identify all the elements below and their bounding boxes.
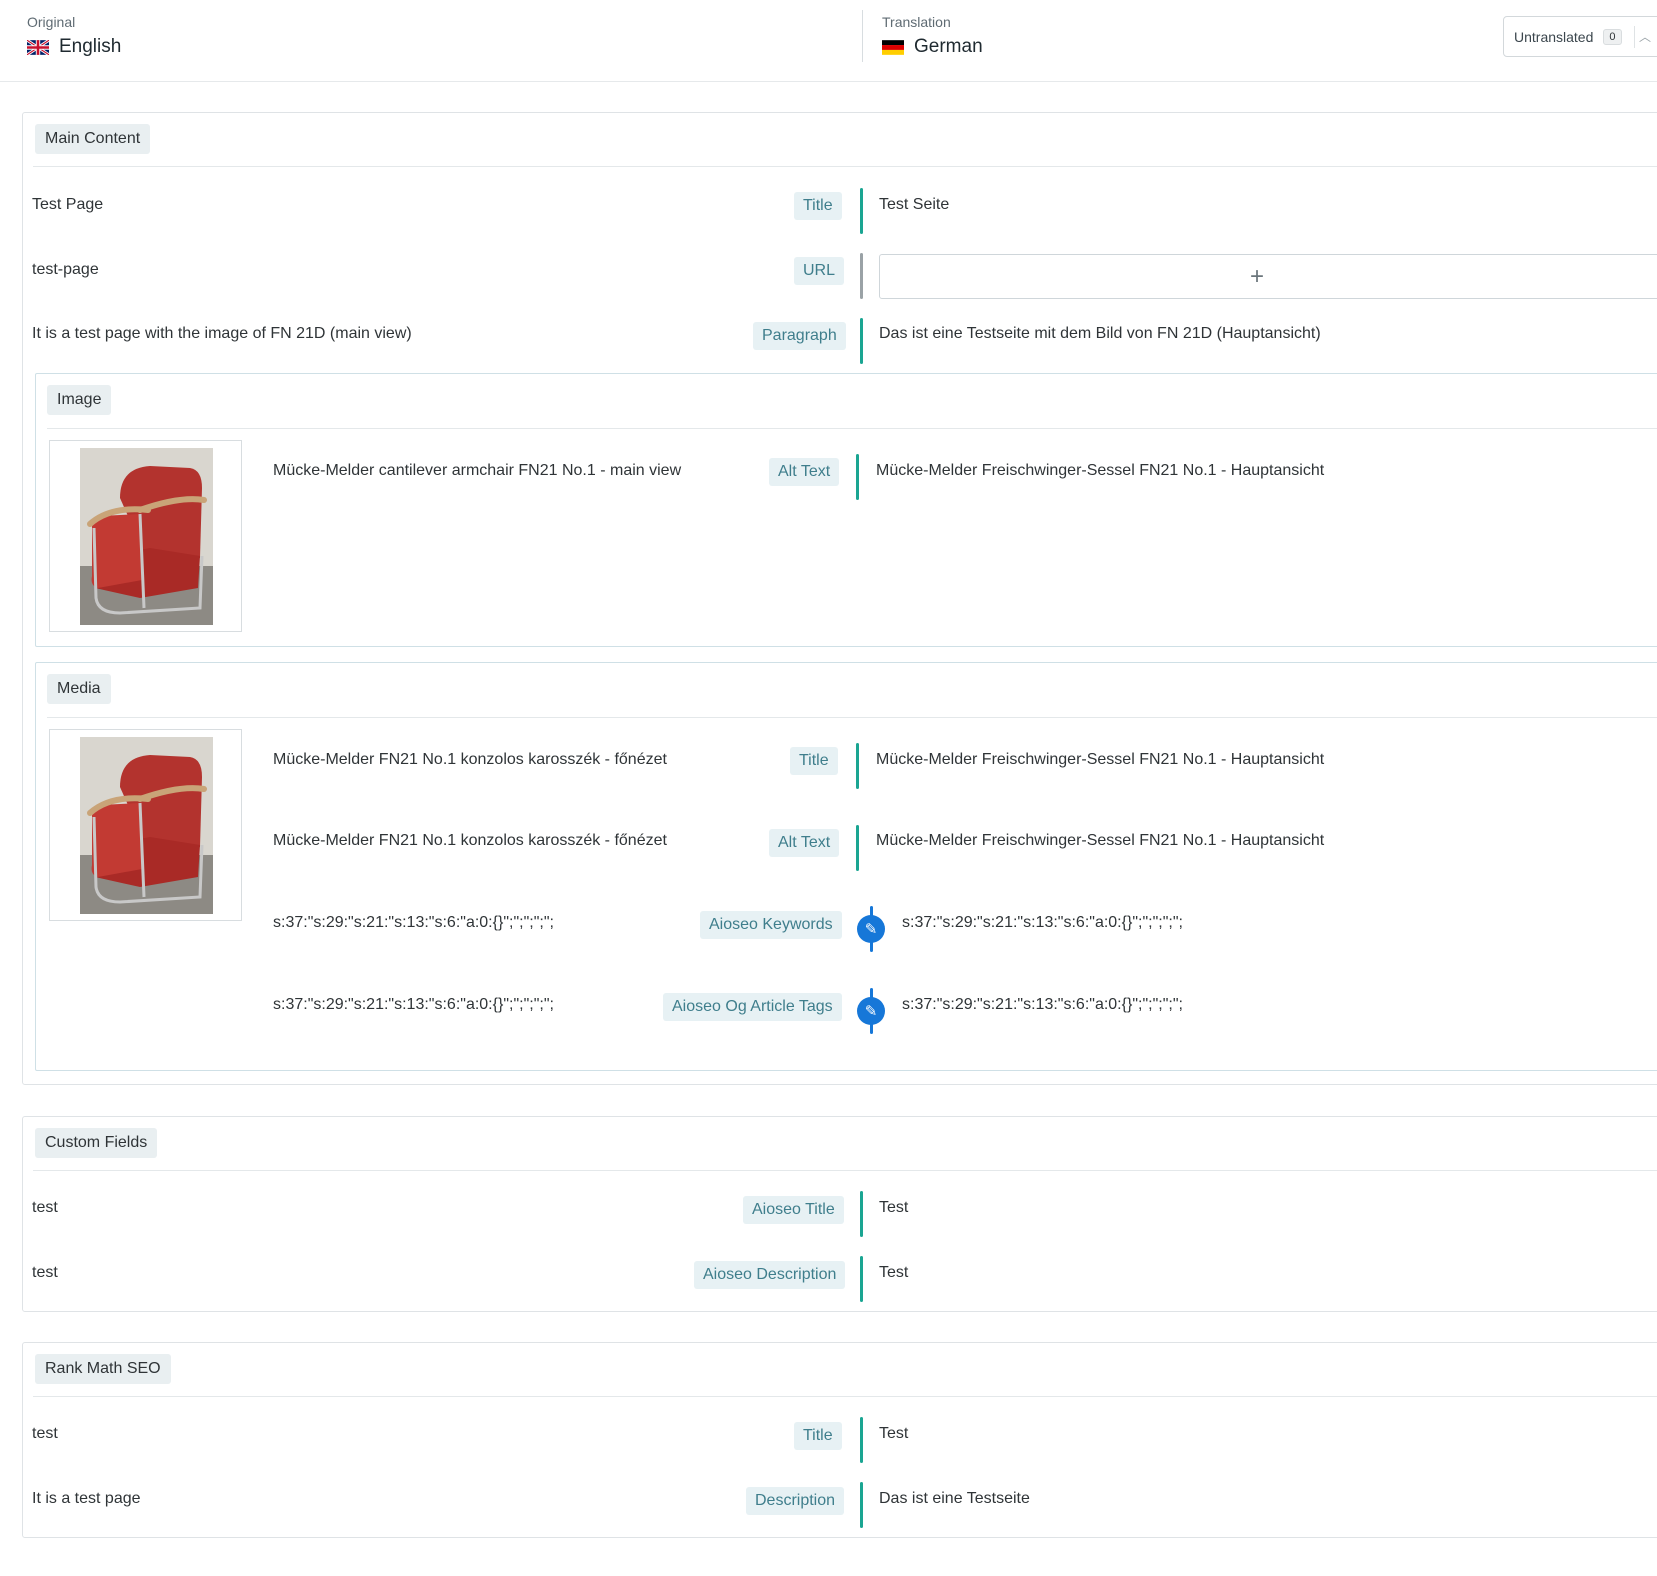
translation-text[interactable]: Mücke-Melder Freischwinger-Sessel FN21 N…	[876, 832, 1324, 850]
source-text: test-page	[32, 261, 99, 278]
translation-text[interactable]: Test	[879, 1264, 908, 1282]
pencil-icon[interactable]: ✎	[857, 997, 885, 1025]
translation-text[interactable]: Mücke-Melder Freischwinger-Sessel FN21 N…	[876, 751, 1324, 769]
status-count-badge: 0	[1603, 28, 1622, 45]
translated-indicator	[860, 188, 863, 234]
media-thumbnail-frame	[49, 729, 242, 921]
block-tag-media: Media	[47, 674, 111, 704]
source-text: It is a test page	[32, 1490, 141, 1507]
field-label: Aioseo Og Article Tags	[663, 993, 842, 1021]
field-label: URL	[794, 257, 845, 285]
section-divider	[33, 1396, 1657, 1397]
field-label: Paragraph	[753, 322, 846, 350]
translation-text[interactable]: Test	[879, 1199, 908, 1217]
translated-indicator	[860, 1191, 863, 1237]
header-divider	[862, 10, 863, 62]
section-tag-main-content: Main Content	[35, 124, 151, 154]
translation-language: German	[882, 36, 983, 58]
chevron-up-icon[interactable]: ︿	[1633, 25, 1656, 48]
translation-text[interactable]: Das ist eine Testseite	[879, 1490, 1030, 1508]
source-text: Test Page	[32, 196, 104, 213]
chair-image	[80, 448, 213, 625]
field-label: Aioseo Title	[743, 1196, 844, 1224]
block-divider	[47, 428, 1657, 429]
translation-header: Original English Translation German Untr…	[0, 0, 1657, 82]
field-label: Title	[794, 1422, 842, 1450]
translation-text[interactable]: Test Seite	[879, 196, 949, 214]
germany-flag-icon	[882, 39, 904, 55]
section-divider	[33, 1170, 1657, 1171]
translated-indicator	[860, 1417, 863, 1463]
translated-indicator	[860, 1482, 863, 1528]
add-translation-field[interactable]: +	[879, 254, 1657, 299]
status-filter-dropdown[interactable]: Untranslated 0 ︿	[1503, 16, 1657, 57]
chair-image	[80, 737, 213, 914]
pencil-icon[interactable]: ✎	[857, 915, 885, 943]
section-tag-custom-fields: Custom Fields	[35, 1128, 158, 1158]
uk-flag-icon	[27, 39, 49, 55]
source-text: s:37:"s:29:"s:21:"s:13:"s:6:"a:0:{}";";"…	[273, 914, 554, 931]
original-language: English	[27, 36, 121, 58]
section-tag-rank-math-seo: Rank Math SEO	[35, 1354, 171, 1384]
source-text: Mücke-Melder FN21 No.1 konzolos karosszé…	[273, 751, 667, 768]
plus-icon[interactable]: +	[1250, 263, 1264, 291]
section-divider	[33, 166, 1657, 167]
field-label: Title	[794, 192, 842, 220]
source-text: s:37:"s:29:"s:21:"s:13:"s:6:"a:0:{}";";"…	[273, 996, 554, 1013]
translation-text[interactable]: Test	[879, 1425, 908, 1443]
translation-label: Translation	[882, 14, 951, 30]
translation-text[interactable]: s:37:"s:29:"s:21:"s:13:"s:6:"a:0:{}";";"…	[902, 996, 1183, 1014]
field-label: Aioseo Keywords	[700, 911, 842, 939]
translation-text[interactable]: s:37:"s:29:"s:21:"s:13:"s:6:"a:0:{}";";"…	[902, 914, 1183, 932]
translated-indicator	[856, 454, 859, 500]
block-divider	[47, 717, 1657, 718]
block-tag-image: Image	[47, 385, 112, 415]
field-label: Description	[746, 1487, 845, 1515]
source-text: Mücke-Melder cantilever armchair FN21 No…	[273, 462, 682, 479]
translated-indicator	[860, 1256, 863, 1302]
field-label: Alt Text	[769, 829, 840, 857]
translated-indicator	[856, 743, 859, 789]
untranslated-indicator	[860, 253, 863, 299]
translation-text[interactable]: Das ist eine Testseite mit dem Bild von …	[879, 325, 1321, 343]
source-text: test	[32, 1425, 58, 1442]
field-label: Title	[790, 747, 838, 775]
source-text: test	[32, 1199, 58, 1216]
translated-indicator	[860, 318, 863, 364]
image-thumbnail-frame	[49, 440, 242, 632]
block-image	[35, 373, 1657, 647]
source-text: It is a test page with the image of FN 2…	[32, 325, 412, 342]
translated-indicator	[856, 825, 859, 871]
field-label: Aioseo Description	[694, 1261, 846, 1289]
original-language-name: English	[59, 36, 122, 57]
status-filter-label: Untranslated	[1514, 28, 1594, 45]
original-label: Original	[27, 14, 76, 30]
field-label: Alt Text	[769, 458, 840, 486]
source-text: Mücke-Melder FN21 No.1 konzolos karosszé…	[273, 832, 667, 849]
translation-language-name: German	[914, 36, 983, 57]
source-text: test	[32, 1264, 58, 1281]
translation-text[interactable]: Mücke-Melder Freischwinger-Sessel FN21 N…	[876, 462, 1324, 480]
